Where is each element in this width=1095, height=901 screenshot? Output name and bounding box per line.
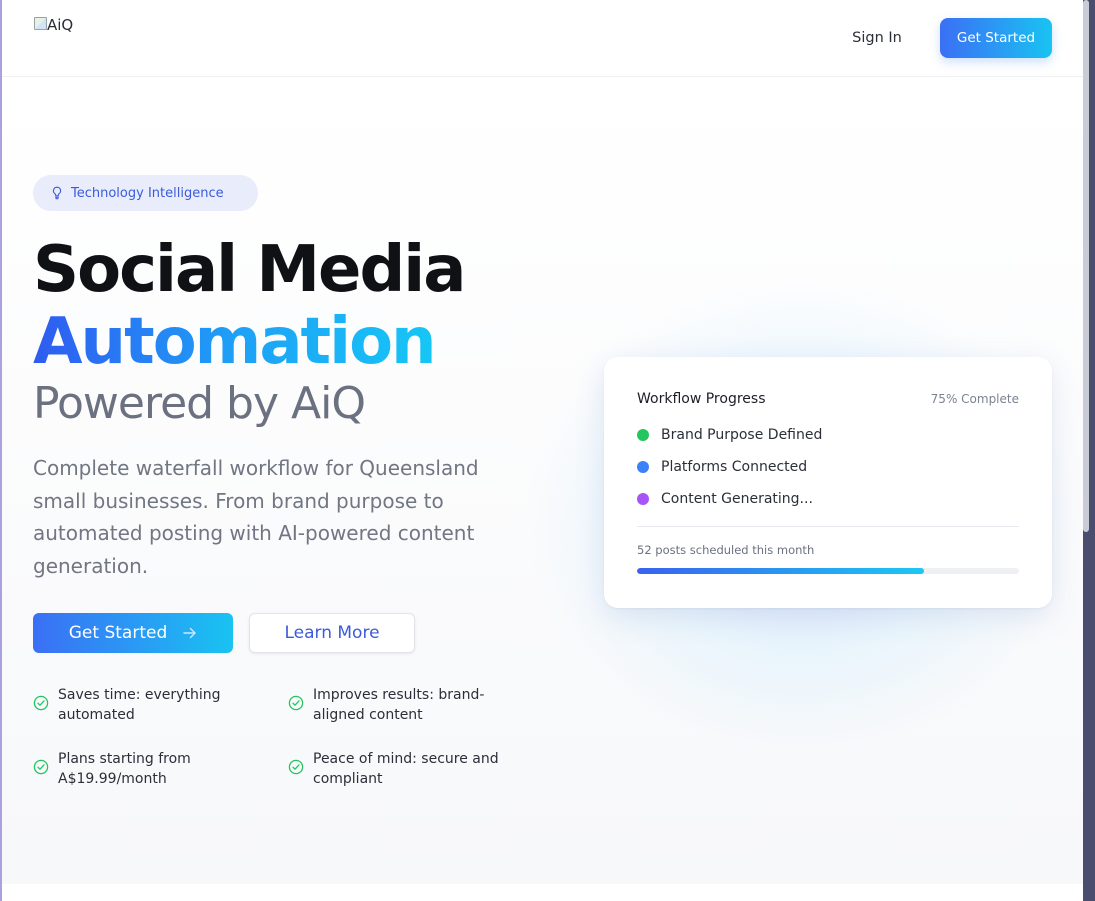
feature-text: Plans starting from A$19.99/month <box>58 751 191 787</box>
workflow-step: Platforms Connected <box>637 459 807 475</box>
workflow-step: Brand Purpose Defined <box>637 427 822 443</box>
feature-item: Improves results: brand-aligned content <box>288 685 508 725</box>
hero-title-line3: Powered by AiQ <box>33 378 366 429</box>
logo[interactable]: AiQ <box>33 16 73 34</box>
check-circle-icon <box>288 695 304 711</box>
scrollbar-thumb[interactable] <box>1083 0 1089 532</box>
hero-description: Complete waterfall workflow for Queensla… <box>33 456 479 578</box>
check-circle-icon <box>33 759 49 775</box>
get-started-button[interactable]: Get Started <box>33 613 233 653</box>
feature-item: Saves time: everything automated <box>33 685 243 725</box>
learn-more-button[interactable]: Learn More <box>249 613 415 653</box>
step-label: Content Generating... <box>661 491 813 507</box>
card-title: Workflow Progress <box>637 391 766 407</box>
card-divider <box>637 526 1019 527</box>
broken-image-icon <box>33 16 47 30</box>
status-dot <box>637 493 649 505</box>
workflow-step: Content Generating... <box>637 491 813 507</box>
feature-text: Saves time: everything automated <box>58 687 221 723</box>
step-label: Brand Purpose Defined <box>661 427 823 443</box>
top-nav: AiQ Sign In Get Started <box>2 0 1083 77</box>
check-circle-icon <box>33 695 49 711</box>
lightbulb-icon <box>52 186 62 200</box>
feature-item: Peace of mind: secure and compliant <box>288 749 508 789</box>
feature-item: Plans starting from A$19.99/month <box>33 749 243 789</box>
check-circle-icon <box>288 759 304 775</box>
step-label: Platforms Connected <box>661 459 808 475</box>
feature-text: Peace of mind: secure and compliant <box>313 751 499 787</box>
completion-percent: 75% Complete <box>930 392 1019 406</box>
scheduled-posts-text: 52 posts scheduled this month <box>637 543 815 557</box>
hero-title-line1: Social Media <box>33 233 466 307</box>
status-dot <box>637 429 649 441</box>
next-section-edge <box>2 884 1083 901</box>
workflow-progress-card: Workflow Progress 75% Complete Brand Pur… <box>604 357 1052 608</box>
status-dot <box>637 461 649 473</box>
progress-bar-fill <box>637 568 924 574</box>
badge-label: Technology Intelligence <box>71 185 224 201</box>
feature-text: Improves results: brand-aligned content <box>313 687 485 723</box>
get-started-label: Get Started <box>68 623 168 643</box>
logo-alt-text: AiQ <box>47 16 74 34</box>
sign-in-button[interactable]: Sign In <box>842 26 912 50</box>
arrow-right-icon <box>183 627 196 639</box>
nav-get-started-button[interactable]: Get Started <box>940 18 1052 58</box>
category-badge: Technology Intelligence <box>33 175 258 211</box>
hero-title-highlight: Automation <box>33 305 437 379</box>
page: AiQ Sign In Get Started Technology Intel… <box>0 0 1083 901</box>
progress-bar <box>637 568 1019 574</box>
